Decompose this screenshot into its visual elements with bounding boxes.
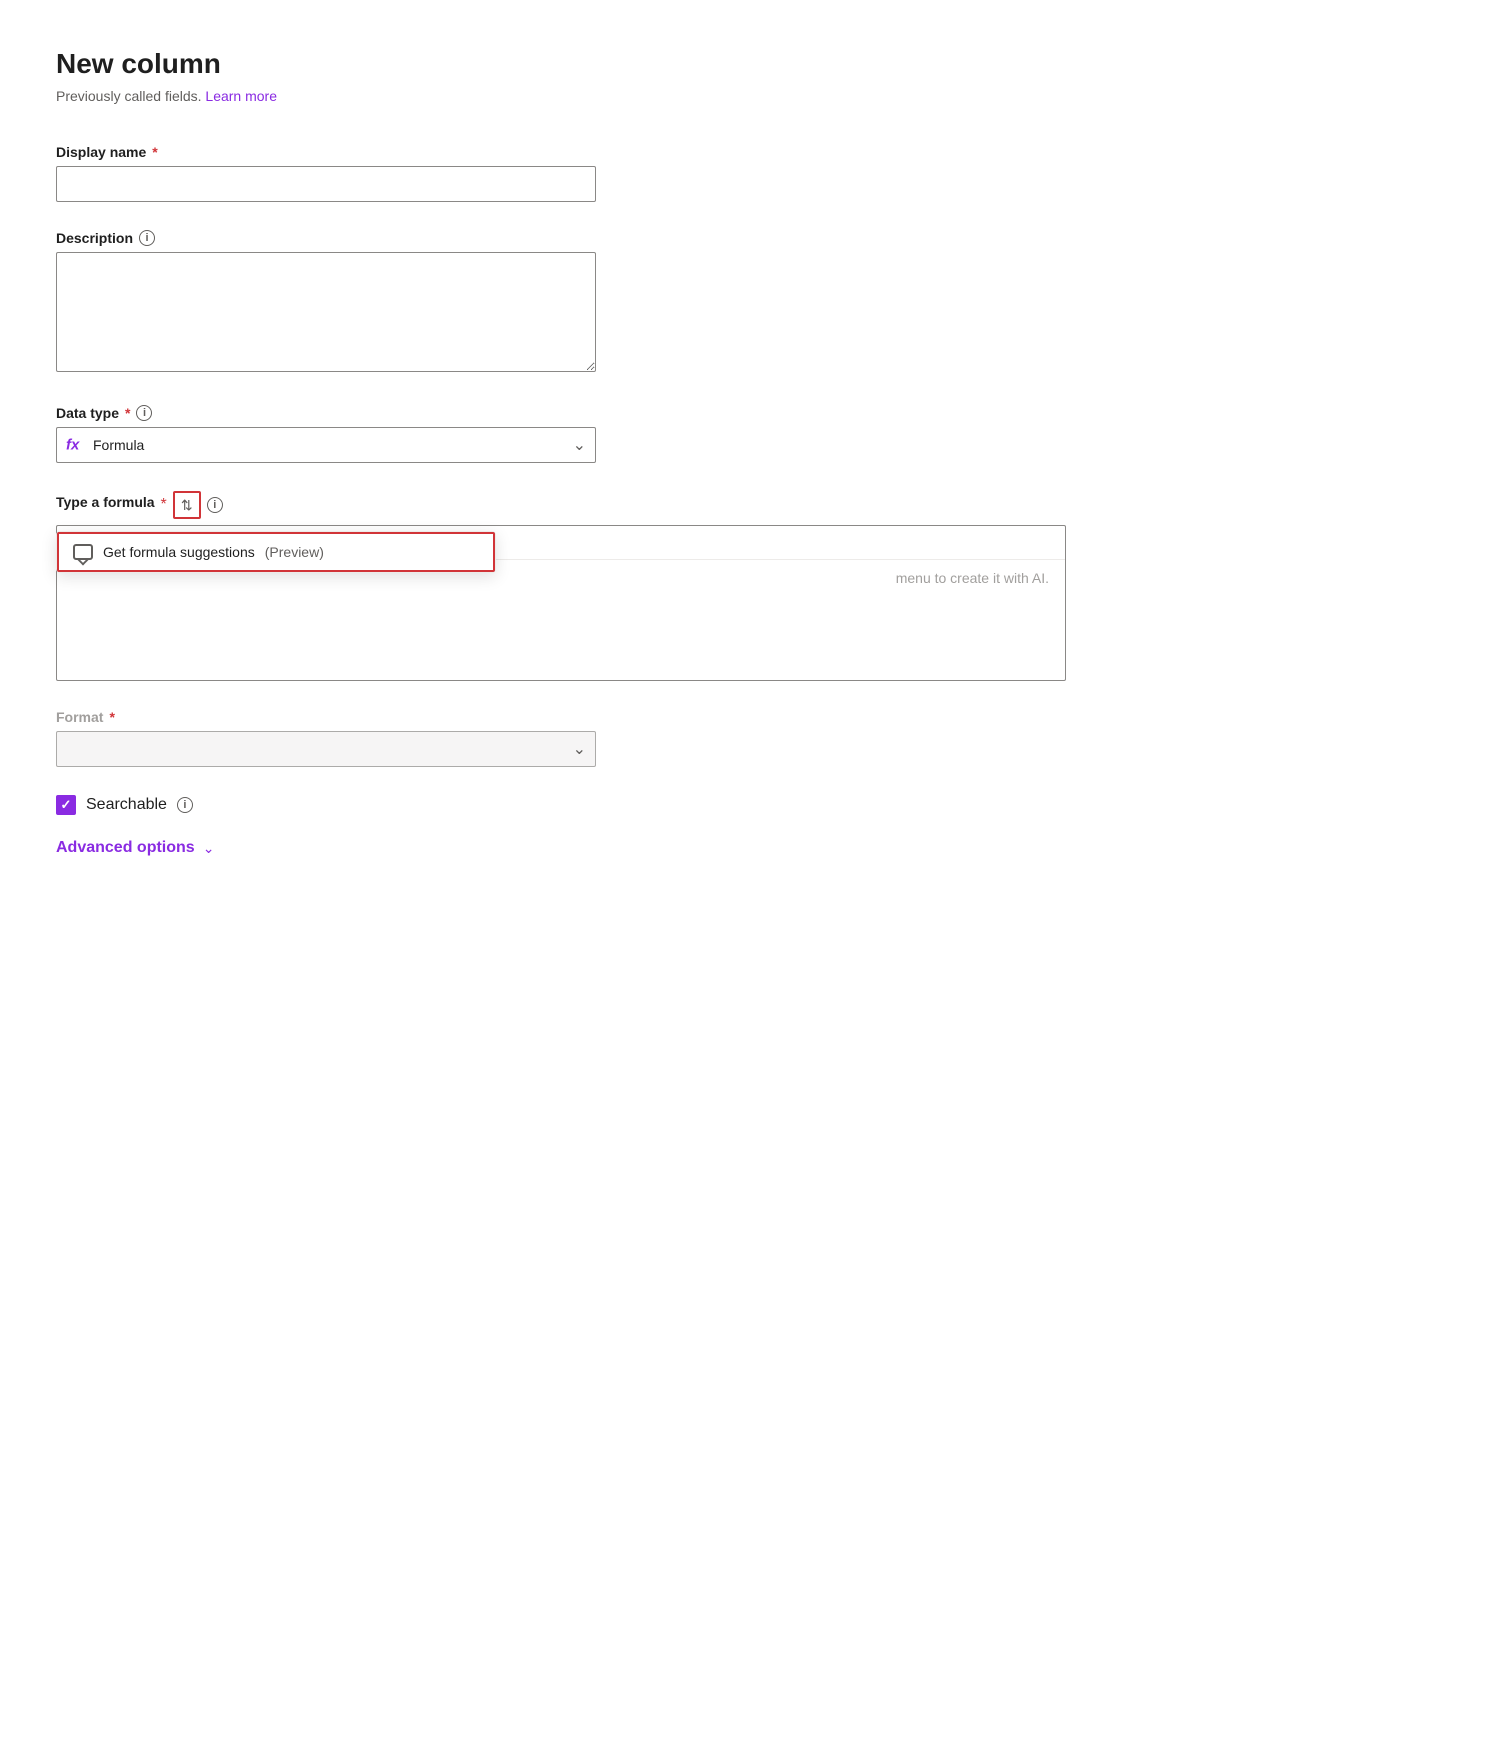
formula-dropdown-item-suggestions[interactable]: Get formula suggestions (Preview) bbox=[57, 532, 495, 572]
preview-badge: (Preview) bbox=[265, 544, 324, 560]
format-section: Format * ⌄ bbox=[56, 709, 1429, 767]
get-formula-suggestions-label: Get formula suggestions bbox=[103, 544, 255, 560]
formula-label-row: Type a formula * ⇅ i bbox=[56, 491, 1429, 519]
formula-expand-button[interactable]: ⇅ bbox=[173, 491, 201, 519]
advanced-options-label: Advanced options bbox=[56, 839, 195, 857]
data-type-info-icon[interactable]: i bbox=[136, 405, 152, 421]
display-name-required: * bbox=[152, 144, 157, 160]
data-type-label: Data type * i bbox=[56, 405, 1429, 421]
format-select[interactable] bbox=[56, 731, 596, 767]
description-section: Description i bbox=[56, 230, 1429, 377]
data-type-section: Data type * i fx Formula ⌄ bbox=[56, 405, 1429, 463]
display-name-input[interactable] bbox=[56, 166, 596, 202]
formula-ai-text: menu to create it with AI. bbox=[896, 570, 1049, 586]
learn-more-link[interactable]: Learn more bbox=[205, 88, 277, 104]
display-name-label: Display name * bbox=[56, 144, 1429, 160]
formula-section: Type a formula * ⇅ i Get formula suggest… bbox=[56, 491, 1429, 681]
formula-label: Type a formula bbox=[56, 494, 155, 510]
searchable-info-icon[interactable]: i bbox=[177, 797, 193, 813]
format-required: * bbox=[109, 709, 114, 725]
formula-dropdown-popup: Get formula suggestions (Preview) bbox=[56, 531, 496, 573]
description-label: Description i bbox=[56, 230, 1429, 246]
format-label: Format * bbox=[56, 709, 1429, 725]
display-name-section: Display name * bbox=[56, 144, 1429, 202]
advanced-options-chevron-icon: ⌄ bbox=[203, 840, 215, 857]
description-info-icon[interactable]: i bbox=[139, 230, 155, 246]
formula-required: * bbox=[161, 496, 167, 514]
data-type-wrapper: fx Formula ⌄ bbox=[56, 427, 596, 463]
formula-editor-body[interactable]: menu to create it with AI. bbox=[57, 560, 1065, 680]
description-input[interactable] bbox=[56, 252, 596, 372]
data-type-required: * bbox=[125, 405, 130, 421]
data-type-select[interactable]: Formula bbox=[56, 427, 596, 463]
format-wrapper: ⌄ bbox=[56, 731, 596, 767]
advanced-options-row[interactable]: Advanced options ⌄ bbox=[56, 839, 1429, 857]
searchable-checkbox[interactable]: ✓ bbox=[56, 795, 76, 815]
formula-info-icon[interactable]: i bbox=[207, 497, 223, 513]
chat-icon bbox=[73, 544, 93, 560]
searchable-row: ✓ Searchable i bbox=[56, 795, 1429, 815]
searchable-label: Searchable bbox=[86, 796, 167, 814]
page-title: New column bbox=[56, 48, 1429, 80]
checkbox-check-icon: ✓ bbox=[61, 797, 72, 813]
page-subtitle: Previously called fields. Learn more bbox=[56, 88, 1429, 104]
